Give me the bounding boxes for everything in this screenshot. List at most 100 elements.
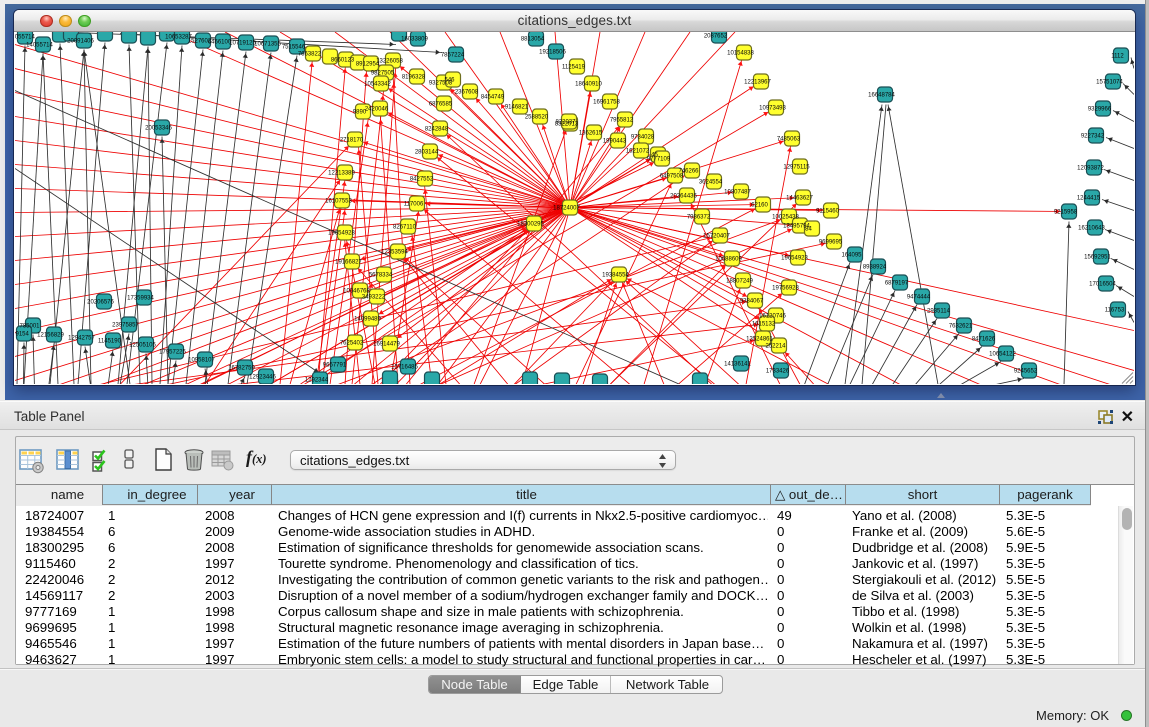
svg-text:19218506: 19218506 — [539, 49, 566, 55]
svg-text:10973493: 10973493 — [759, 105, 786, 111]
svg-text:7857224: 7857224 — [441, 52, 465, 58]
svg-text:9245652: 9245652 — [1014, 368, 1038, 374]
svg-text:1125419: 1125419 — [562, 64, 586, 70]
svg-text:8471626: 8471626 — [972, 336, 996, 342]
svg-text:2588520: 2588520 — [525, 114, 549, 120]
svg-text:17359934: 17359934 — [127, 295, 154, 301]
svg-text:12213389: 12213389 — [328, 170, 355, 176]
svg-text:8196328: 8196328 — [402, 74, 426, 80]
svg-text:9657791: 9657791 — [323, 362, 347, 368]
svg-text:16120746: 16120746 — [759, 313, 786, 319]
svg-text:12156829: 12156829 — [37, 332, 64, 338]
svg-text:16914479: 16914479 — [373, 341, 400, 347]
svg-text:9699695: 9699695 — [819, 239, 843, 245]
svg-text:9329966: 9329966 — [1088, 106, 1112, 112]
svg-text:8267110: 8267110 — [393, 224, 417, 230]
svg-text:3624554: 3624554 — [699, 179, 723, 185]
svg-text:18640910: 18640910 — [575, 81, 602, 87]
svg-text:7485063: 7485063 — [777, 136, 801, 142]
svg-text:9890: 9890 — [353, 109, 367, 115]
svg-text:13524861: 13524861 — [746, 336, 773, 342]
svg-text:16961758: 16961758 — [593, 99, 620, 105]
svg-text:8660123: 8660123 — [331, 57, 355, 63]
svg-text:12213967: 12213967 — [744, 79, 771, 85]
svg-text:2718170: 2718170 — [340, 137, 364, 143]
svg-text:20091406: 20091406 — [67, 38, 94, 44]
svg-text:7663822: 7663822 — [298, 51, 322, 57]
svg-text:17016504: 17016504 — [1089, 281, 1116, 287]
svg-text:7625402: 7625402 — [340, 340, 364, 346]
svg-text:16033809: 16033809 — [401, 36, 428, 42]
svg-text:10671355: 10671355 — [254, 41, 281, 47]
svg-text:116753: 116753 — [1105, 307, 1125, 313]
svg-text:164095: 164095 — [841, 252, 862, 258]
svg-text:2803144: 2803144 — [415, 149, 439, 155]
svg-text:62160: 62160 — [751, 202, 768, 208]
svg-text:19384554: 19384554 — [602, 272, 629, 278]
svg-text:9115460: 9115460 — [816, 208, 840, 214]
svg-text:7632621: 7632621 — [949, 323, 973, 329]
svg-text:10154838: 10154838 — [727, 50, 754, 56]
svg-text:7986372: 7986372 — [687, 214, 711, 220]
svg-text:1990443: 1990443 — [603, 138, 627, 144]
svg-text:8938924: 8938924 — [863, 264, 887, 270]
svg-text:12093872: 12093872 — [1077, 165, 1104, 171]
svg-text:16107553: 16107553 — [325, 198, 352, 204]
svg-text:117006: 117006 — [404, 201, 424, 207]
svg-text:15692951: 15692951 — [1084, 254, 1111, 260]
svg-text:14055714: 14055714 — [15, 34, 36, 40]
svg-text:10807487: 10807487 — [724, 189, 751, 195]
svg-text:10719125: 10719125 — [229, 40, 256, 46]
svg-text:10958107: 10958107 — [188, 357, 215, 363]
svg-text:12975115: 12975115 — [783, 164, 810, 170]
svg-text:16210643: 16210643 — [1078, 225, 1105, 231]
svg-text:19166827: 19166827 — [335, 259, 362, 265]
svg-text:7515546: 7515546 — [282, 44, 306, 50]
svg-text:2420046: 2420046 — [365, 106, 389, 112]
svg-text:2367608: 2367608 — [455, 89, 479, 95]
svg-text:20364436: 20364436 — [670, 193, 697, 199]
svg-text:9827505: 9827505 — [371, 70, 395, 76]
svg-text:6879197: 6879197 — [885, 280, 909, 286]
svg-text:252214: 252214 — [765, 343, 786, 349]
svg-text:746266: 746266 — [678, 168, 699, 174]
svg-text:1733426: 1733426 — [766, 368, 790, 374]
svg-text:9146821: 9146821 — [505, 104, 529, 110]
svg-text:18300295: 18300295 — [517, 221, 544, 227]
svg-text:9777109: 9777109 — [647, 156, 671, 162]
svg-text:19654923: 19654923 — [781, 255, 808, 261]
svg-text:16648784: 16648784 — [868, 92, 895, 98]
svg-text:15716485: 15716485 — [391, 364, 418, 370]
svg-text:3493222: 3493222 — [362, 294, 386, 300]
svg-text:16782759: 16782759 — [228, 365, 255, 371]
svg-text:6876585: 6876585 — [429, 101, 453, 107]
svg-text:20206576: 20206576 — [87, 299, 114, 305]
svg-text:7955812: 7955812 — [610, 117, 634, 123]
svg-text:10654122: 10654122 — [989, 351, 1016, 357]
svg-text:5678334: 5678334 — [369, 272, 393, 278]
svg-text:14099489: 14099489 — [354, 316, 381, 322]
svg-text:15720407: 15720407 — [703, 233, 730, 239]
svg-text:1112: 1112 — [1111, 53, 1124, 59]
svg-text:1362615: 1362615 — [579, 130, 603, 136]
svg-text:9227342: 9227342 — [1081, 133, 1105, 139]
svg-text:822037: 822037 — [555, 119, 576, 125]
svg-text:785001: 785001 — [19, 323, 40, 329]
svg-text:8454749: 8454749 — [481, 94, 505, 100]
svg-text:23975857: 23975857 — [112, 322, 139, 328]
svg-text:12353594: 12353594 — [381, 249, 408, 255]
svg-text:1621072: 1621072 — [626, 148, 650, 154]
svg-text:1292344: 1292344 — [305, 377, 329, 383]
svg-text:1615132: 1615132 — [752, 321, 776, 327]
svg-text:9734028: 9734028 — [631, 134, 655, 140]
svg-text:2087652: 2087652 — [704, 33, 728, 39]
svg-text:12923446: 12923446 — [249, 374, 276, 380]
svg-text:19756928: 19756928 — [772, 285, 799, 291]
svg-text:17957225: 17957225 — [159, 349, 186, 355]
svg-text:9215958: 9215958 — [1054, 209, 1078, 215]
svg-text:10688609: 10688609 — [715, 256, 742, 262]
svg-text:8427552: 8427552 — [410, 176, 434, 182]
svg-text:2935114: 2935114 — [927, 308, 951, 314]
svg-text:9384067: 9384067 — [740, 298, 764, 304]
svg-text:14055714: 14055714 — [26, 42, 53, 48]
